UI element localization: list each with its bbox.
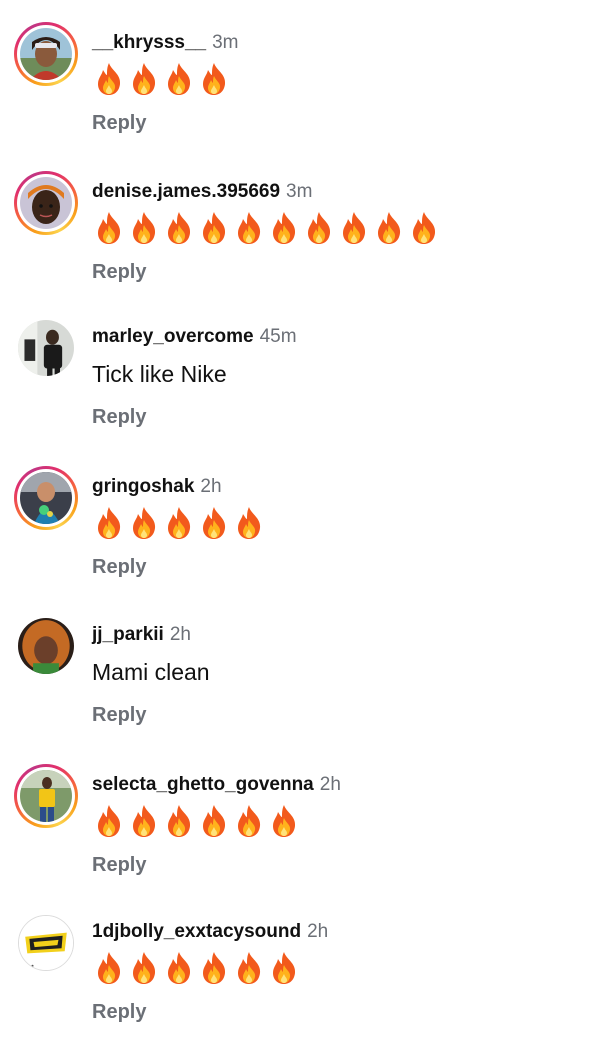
username-link[interactable]: jj_parkii bbox=[92, 624, 164, 645]
username-link[interactable]: gringoshak bbox=[92, 476, 194, 497]
fire-emoji-icon bbox=[98, 952, 121, 984]
comment-header: __khrysss__ 3m bbox=[92, 31, 239, 55]
fire-emoji-icon bbox=[203, 212, 226, 244]
avatar[interactable] bbox=[14, 171, 78, 235]
flame-emoji-row bbox=[94, 804, 299, 838]
username-link[interactable]: denise.james.395669 bbox=[92, 181, 280, 202]
fire-emoji-icon bbox=[133, 212, 156, 244]
avatar[interactable] bbox=[14, 614, 78, 678]
comment-item: denise.james.395669 3m Reply bbox=[0, 171, 590, 311]
username-link[interactable]: __khrysss__ bbox=[92, 32, 206, 53]
reply-button[interactable]: Reply bbox=[92, 854, 146, 877]
comment-item: __khrysss__ 3m Reply bbox=[0, 22, 590, 162]
avatar[interactable] bbox=[14, 911, 78, 975]
fire-emoji-icon bbox=[133, 507, 156, 539]
timestamp: 45m bbox=[259, 326, 297, 347]
profile-picture bbox=[18, 320, 74, 376]
profile-picture bbox=[20, 472, 72, 524]
comment-header: gringoshak 2h bbox=[92, 475, 222, 499]
fire-emoji-icon bbox=[378, 212, 401, 244]
profile-picture bbox=[18, 618, 74, 674]
fire-emoji-icon bbox=[133, 805, 156, 837]
fire-emoji-icon bbox=[98, 212, 121, 244]
reply-button[interactable]: Reply bbox=[92, 704, 146, 727]
timestamp: 2h bbox=[200, 476, 222, 497]
timestamp: 2h bbox=[307, 921, 329, 942]
reply-button[interactable]: Reply bbox=[92, 556, 146, 579]
comment-header: 1djbolly_exxtacysound 2h bbox=[92, 920, 328, 944]
flame-emoji-row bbox=[94, 62, 229, 96]
fire-emoji-icon bbox=[98, 507, 121, 539]
fire-emoji-icon bbox=[168, 63, 191, 95]
comment-header: jj_parkii 2h bbox=[92, 623, 191, 647]
avatar[interactable] bbox=[14, 316, 78, 380]
username-link[interactable]: 1djbolly_exxtacysound bbox=[92, 921, 301, 942]
reply-button[interactable]: Reply bbox=[92, 261, 146, 284]
flame-emoji-row bbox=[94, 506, 264, 540]
profile-picture bbox=[18, 915, 74, 971]
avatar[interactable] bbox=[14, 466, 78, 530]
fire-emoji-icon bbox=[203, 952, 226, 984]
fire-emoji-icon bbox=[413, 212, 436, 244]
fire-emoji-icon bbox=[273, 212, 296, 244]
timestamp: 2h bbox=[319, 774, 341, 795]
comment-item: selecta_ghetto_govenna 2h Reply bbox=[0, 764, 590, 904]
avatar[interactable] bbox=[14, 22, 78, 86]
fire-emoji-icon bbox=[273, 805, 296, 837]
comment-header: marley_overcome 45m bbox=[92, 325, 297, 349]
comment-text: Mami clean bbox=[92, 659, 210, 685]
fire-emoji-icon bbox=[238, 212, 261, 244]
reply-button[interactable]: Reply bbox=[92, 406, 146, 429]
timestamp: 2h bbox=[169, 624, 191, 645]
profile-picture bbox=[20, 770, 72, 822]
fire-emoji-icon bbox=[168, 212, 191, 244]
fire-emoji-icon bbox=[238, 805, 261, 837]
username-link[interactable]: marley_overcome bbox=[92, 326, 254, 347]
fire-emoji-icon bbox=[98, 805, 121, 837]
fire-emoji-icon bbox=[168, 952, 191, 984]
fire-emoji-icon bbox=[308, 212, 331, 244]
username-link[interactable]: selecta_ghetto_govenna bbox=[92, 774, 314, 795]
profile-picture bbox=[20, 177, 72, 229]
fire-emoji-icon bbox=[273, 952, 296, 984]
fire-emoji-icon bbox=[133, 952, 156, 984]
avatar[interactable] bbox=[14, 764, 78, 828]
flame-emoji-row bbox=[94, 211, 439, 245]
fire-emoji-icon bbox=[168, 507, 191, 539]
comment-item: gringoshak 2h Reply bbox=[0, 466, 590, 606]
fire-emoji-icon bbox=[203, 805, 226, 837]
fire-emoji-icon bbox=[203, 63, 226, 95]
fire-emoji-icon bbox=[238, 507, 261, 539]
reply-button[interactable]: Reply bbox=[92, 112, 146, 135]
profile-picture bbox=[20, 28, 72, 80]
fire-emoji-icon bbox=[238, 952, 261, 984]
fire-emoji-icon bbox=[98, 63, 121, 95]
fire-emoji-icon bbox=[343, 212, 366, 244]
comment-item: 1djbolly_exxtacysound 2h Reply bbox=[0, 911, 590, 1051]
comment-header: denise.james.395669 3m bbox=[92, 180, 312, 204]
timestamp: 3m bbox=[286, 181, 313, 202]
flame-emoji-row bbox=[94, 951, 299, 985]
fire-emoji-icon bbox=[203, 507, 226, 539]
fire-emoji-icon bbox=[133, 63, 156, 95]
comment-item: marley_overcome 45m Tick like Nike Reply bbox=[0, 316, 590, 456]
comment-text: Tick like Nike bbox=[92, 361, 227, 387]
reply-button[interactable]: Reply bbox=[92, 1001, 146, 1024]
timestamp: 3m bbox=[212, 32, 239, 53]
fire-emoji-icon bbox=[168, 805, 191, 837]
comment-item: jj_parkii 2h Mami clean Reply bbox=[0, 614, 590, 754]
comment-header: selecta_ghetto_govenna 2h bbox=[92, 773, 341, 797]
